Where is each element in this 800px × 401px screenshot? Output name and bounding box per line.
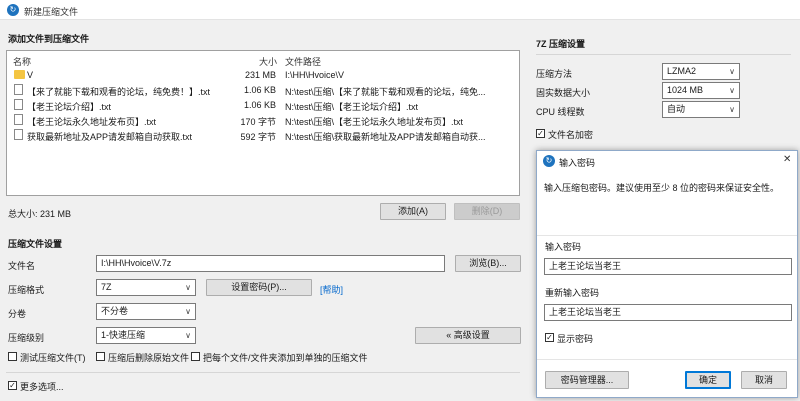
settings-section-title: 压缩文件设置: [8, 239, 63, 249]
close-icon[interactable]: ✕: [783, 154, 791, 165]
file-size: 170 字节: [240, 117, 276, 127]
advanced-settings-button[interactable]: « 高级设置: [415, 327, 521, 344]
method-select[interactable]: LZMA2 ∨: [662, 63, 740, 80]
divider: [536, 54, 791, 55]
total-size-label: 总大小: 231 MB: [8, 209, 72, 219]
encrypt-filenames-checkbox[interactable]: ✓: [536, 129, 545, 138]
dialog-title-bar: ↻ 输入密码 ✕: [537, 151, 797, 171]
delete-source-label[interactable]: 压缩后删除原始文件: [108, 351, 189, 364]
level-select[interactable]: 1-快速压缩 ∨: [96, 327, 196, 344]
add-button[interactable]: 添加(A): [380, 203, 446, 220]
files-section-title: 添加文件到压缩文件: [8, 34, 90, 44]
text-file-icon: [14, 129, 23, 140]
level-value: 1-快速压缩: [101, 330, 146, 340]
divider: [6, 372, 520, 373]
password-label: 输入密码: [545, 242, 582, 252]
file-path: I:\HH\Hvoice\V: [285, 70, 345, 80]
confirm-password-input[interactable]: 上老王论坛当老王: [544, 304, 792, 321]
split-label: 分卷: [8, 309, 27, 319]
file-size: 231 MB: [244, 70, 276, 80]
password-input[interactable]: 上老王论坛当老王: [544, 258, 792, 275]
dialog-description: 输入压缩包密码。建议使用至少 8 位的密码来保证安全性。: [544, 183, 780, 193]
separate-archives-label[interactable]: 把每个文件/文件夹添加到单独的压缩文件: [203, 351, 368, 364]
text-file-icon: [14, 114, 23, 125]
divider: [537, 235, 797, 236]
file-row[interactable]: 【老王论坛永久地址发布页】.txt 170 字节 N:\test\压缩\【老王论…: [7, 113, 519, 128]
file-name: 【老王论坛介绍】.txt: [27, 102, 112, 112]
cpu-threads-value: 自动: [667, 104, 686, 114]
delete-button[interactable]: 删除(D): [454, 203, 520, 220]
text-file-icon: [14, 84, 23, 95]
format-select[interactable]: 7Z ∨: [96, 279, 196, 296]
file-row[interactable]: 获取最新地址及APP请发邮箱自动获取.txt 592 字节 N:\test\压缩…: [7, 128, 519, 143]
cpu-threads-label: CPU 线程数: [536, 107, 585, 117]
file-path: N:\test\压缩\【老王论坛介绍】.txt: [285, 102, 419, 112]
column-header-size[interactable]: 大小: [259, 55, 277, 68]
split-select[interactable]: 不分卷 ∨: [96, 303, 196, 320]
column-header-name[interactable]: 名称: [13, 55, 31, 68]
cpu-threads-select[interactable]: 自动 ∨: [662, 101, 740, 118]
file-name: 获取最新地址及APP请发邮箱自动获取.txt: [27, 132, 193, 142]
dictionary-label: 固实数据大小: [536, 88, 591, 98]
level-label: 压缩级别: [8, 333, 45, 343]
format-value: 7Z: [101, 282, 112, 292]
file-path: N:\test\压缩\【老王论坛永久地址发布页】.txt: [285, 117, 464, 127]
set-password-button[interactable]: 设置密码(P)...: [206, 279, 312, 296]
file-name: V: [27, 70, 34, 80]
format-label: 压缩格式: [8, 285, 45, 295]
filename-label: 文件名: [8, 261, 36, 271]
method-label: 压缩方法: [536, 69, 573, 79]
text-file-icon: [14, 99, 23, 110]
column-header-path[interactable]: 文件路径: [285, 55, 321, 68]
separate-archives-checkbox[interactable]: [191, 352, 200, 361]
title-bar: ↻ 新建压缩文件: [0, 0, 800, 20]
test-archive-checkbox[interactable]: [8, 352, 17, 361]
divider: [537, 359, 797, 360]
app-logo-icon: ↻: [7, 4, 19, 16]
file-size: 1.06 KB: [243, 100, 276, 110]
seven-zip-title: 7Z 压缩设置: [536, 39, 586, 49]
filename-input[interactable]: I:\HH\Hvoice\V.7z: [96, 255, 445, 272]
file-size: 592 字节: [240, 132, 276, 142]
app-logo-icon: ↻: [543, 155, 555, 167]
file-size: 1.06 KB: [243, 85, 276, 95]
chevron-down-icon: ∨: [729, 67, 735, 76]
dictionary-select[interactable]: 1024 MB ∨: [662, 82, 740, 99]
dictionary-value: 1024 MB: [667, 85, 704, 95]
ok-button[interactable]: 确定: [685, 371, 731, 389]
chevron-down-icon: ∨: [729, 105, 735, 114]
password-manager-button[interactable]: 密码管理器...: [545, 371, 629, 389]
chevron-down-icon: ∨: [185, 283, 191, 292]
file-row[interactable]: V 231 MB I:\HH\Hvoice\V: [7, 68, 519, 83]
dialog-title: 输入密码: [559, 158, 596, 168]
delete-source-checkbox[interactable]: [96, 352, 105, 361]
test-archive-label[interactable]: 测试压缩文件(T): [20, 351, 86, 364]
confirm-password-label: 重新输入密码: [545, 288, 600, 298]
more-options-checkbox[interactable]: ✓: [8, 381, 17, 390]
browse-button[interactable]: 浏览(B)...: [455, 255, 521, 272]
password-dialog: ↻ 输入密码 ✕ 输入压缩包密码。建议使用至少 8 位的密码来保证安全性。 输入…: [536, 150, 798, 398]
method-value: LZMA2: [667, 66, 697, 76]
show-password-label[interactable]: 显示密码: [557, 332, 593, 345]
show-password-checkbox[interactable]: ✓: [545, 333, 554, 342]
file-name: 【来了就能下载和观看的论坛，纯免费！】.txt: [27, 87, 211, 97]
split-value: 不分卷: [101, 306, 129, 316]
file-row[interactable]: 【来了就能下载和观看的论坛，纯免费！】.txt 1.06 KB N:\test\…: [7, 83, 519, 98]
folder-icon: [14, 70, 25, 79]
more-options-label[interactable]: 更多选项...: [20, 380, 64, 393]
file-path: N:\test\压缩\【来了就能下载和观看的论坛，纯免...: [285, 87, 486, 97]
file-path: N:\test\压缩\获取最新地址及APP请发邮箱自动获...: [285, 132, 486, 142]
file-row[interactable]: 【老王论坛介绍】.txt 1.06 KB N:\test\压缩\【老王论坛介绍】…: [7, 98, 519, 113]
cancel-button[interactable]: 取消: [741, 371, 787, 389]
window-title: 新建压缩文件: [24, 7, 79, 17]
chevron-down-icon: ∨: [185, 307, 191, 316]
file-list[interactable]: 名称 大小 文件路径 V 231 MB I:\HH\Hvoice\V 【来了就能…: [6, 50, 520, 196]
chevron-down-icon: ∨: [185, 331, 191, 340]
file-name: 【老王论坛永久地址发布页】.txt: [27, 117, 157, 127]
help-link[interactable]: [帮助]: [320, 283, 343, 296]
chevron-down-icon: ∨: [729, 86, 735, 95]
encrypt-filenames-label[interactable]: 文件名加密: [548, 128, 593, 141]
